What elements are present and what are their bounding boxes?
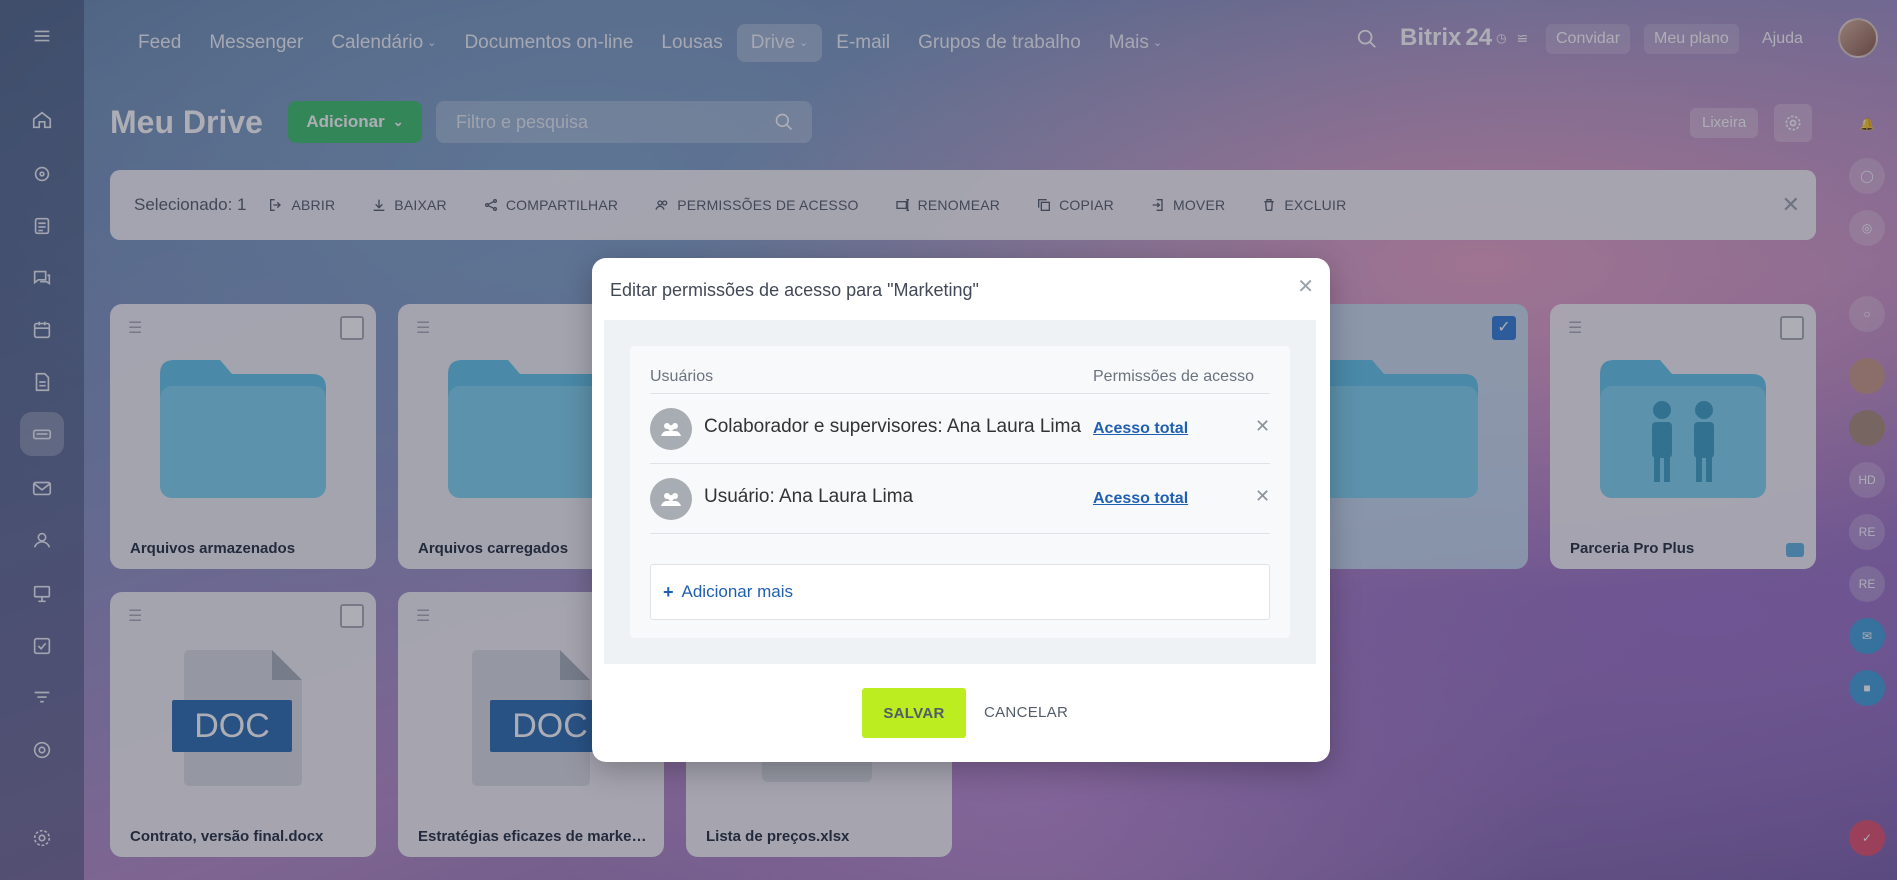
column-users: Usuários bbox=[650, 368, 714, 385]
remove-icon[interactable]: ✕ bbox=[1255, 416, 1270, 437]
user-name: Colaborador e supervisores: Ana Laura Li… bbox=[704, 416, 1082, 437]
add-more-button[interactable]: + Adicionar mais bbox=[650, 564, 1270, 620]
dialog-body: Usuários Permissões de acesso Colaborado… bbox=[604, 320, 1316, 664]
access-level-link[interactable]: Acesso total bbox=[1093, 420, 1188, 438]
table-row: Usuário: Ana Laura Lima Acesso total ✕ bbox=[650, 464, 1270, 534]
table-header: Usuários Permissões de acesso bbox=[650, 368, 1270, 394]
access-level-link[interactable]: Acesso total bbox=[1093, 490, 1188, 508]
save-button[interactable]: SALVAR bbox=[862, 688, 966, 738]
users-group-icon bbox=[650, 408, 692, 450]
cancel-button[interactable]: CANCELAR bbox=[984, 688, 1068, 738]
column-access: Permissões de acesso bbox=[1093, 368, 1254, 385]
close-icon[interactable]: ✕ bbox=[1297, 274, 1314, 299]
user-name: Usuário: Ana Laura Lima bbox=[704, 486, 914, 507]
permissions-table: Usuários Permissões de acesso Colaborado… bbox=[630, 346, 1290, 638]
permissions-dialog: Editar permissões de acesso para "Market… bbox=[592, 258, 1330, 762]
plus-icon: + bbox=[663, 581, 674, 602]
dialog-title: Editar permissões de acesso para "Market… bbox=[610, 280, 979, 300]
remove-icon[interactable]: ✕ bbox=[1255, 486, 1270, 507]
users-group-icon bbox=[650, 478, 692, 520]
table-row: Colaborador e supervisores: Ana Laura Li… bbox=[650, 394, 1270, 464]
